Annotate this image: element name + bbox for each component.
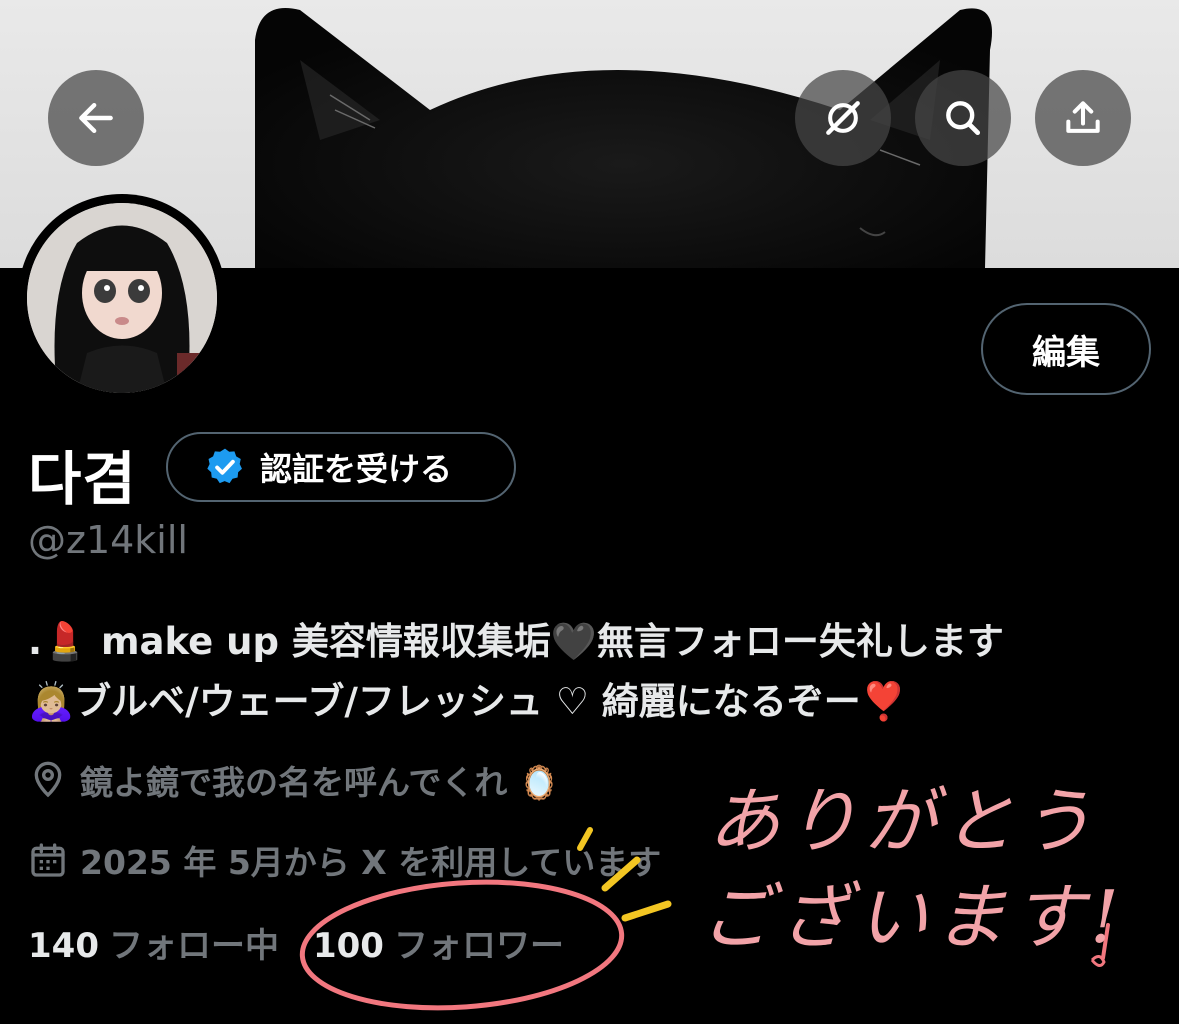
location-pin-icon (34, 761, 62, 798)
avatar-image (27, 203, 217, 393)
verified-badge-icon (207, 448, 242, 484)
location-row: 鏡よ鏡で我の名を呼んでくれ 🪞 (28, 756, 560, 804)
back-arrow-icon (79, 102, 113, 134)
profile-bio: .💄 make up 美容情報収集垢🖤無言フォロー失礼します 🙇🏼‍♀️ブルベ/… (28, 612, 1158, 732)
grok-button[interactable] (795, 70, 891, 166)
bio-line: 🙇🏼‍♀️ブルベ/ウェーブ/フレッシュ ♡ 綺麗になるぞー❣️ (28, 680, 907, 723)
joined-row: 2025 年 5月から X を利用しています (28, 836, 661, 884)
thanks-annotation-line1: ありがとう (708, 779, 1099, 863)
following-label: フォロー中 (108, 926, 279, 966)
thanks-annotation-line2: ございます! (700, 875, 1125, 959)
calendar-icon (31, 843, 65, 877)
joined-text: 2025 年 5月から X を利用しています (80, 843, 662, 882)
profile-name: 다겸 (28, 445, 137, 513)
profile-handle: @z14kill (28, 518, 188, 562)
following-count: 140 (28, 926, 99, 966)
followers-link[interactable]: 100 フォロワー (313, 918, 564, 967)
follow-stats: 140 フォロー中 100 フォロワー (28, 918, 564, 967)
bio-line: .💄 make up 美容情報収集垢🖤無言フォロー失礼します (28, 620, 1004, 663)
get-verified-label: 認証を受ける (260, 450, 453, 488)
location-text: 鏡よ鏡で我の名を呼んでくれ 🪞 (80, 763, 560, 802)
followers-count: 100 (312, 926, 384, 966)
search-icon (946, 101, 981, 136)
back-button[interactable] (48, 70, 144, 166)
get-verified-button[interactable]: 認証を受ける (166, 432, 516, 502)
followers-label: フォロワー (393, 926, 564, 966)
search-button[interactable] (915, 70, 1011, 166)
edit-profile-button[interactable]: 編集 (981, 303, 1151, 395)
grok-icon (826, 101, 860, 135)
profile-avatar[interactable] (18, 194, 226, 402)
share-button[interactable] (1035, 70, 1131, 166)
following-link[interactable]: 140 フォロー中 (28, 918, 279, 967)
share-icon (1066, 101, 1100, 133)
